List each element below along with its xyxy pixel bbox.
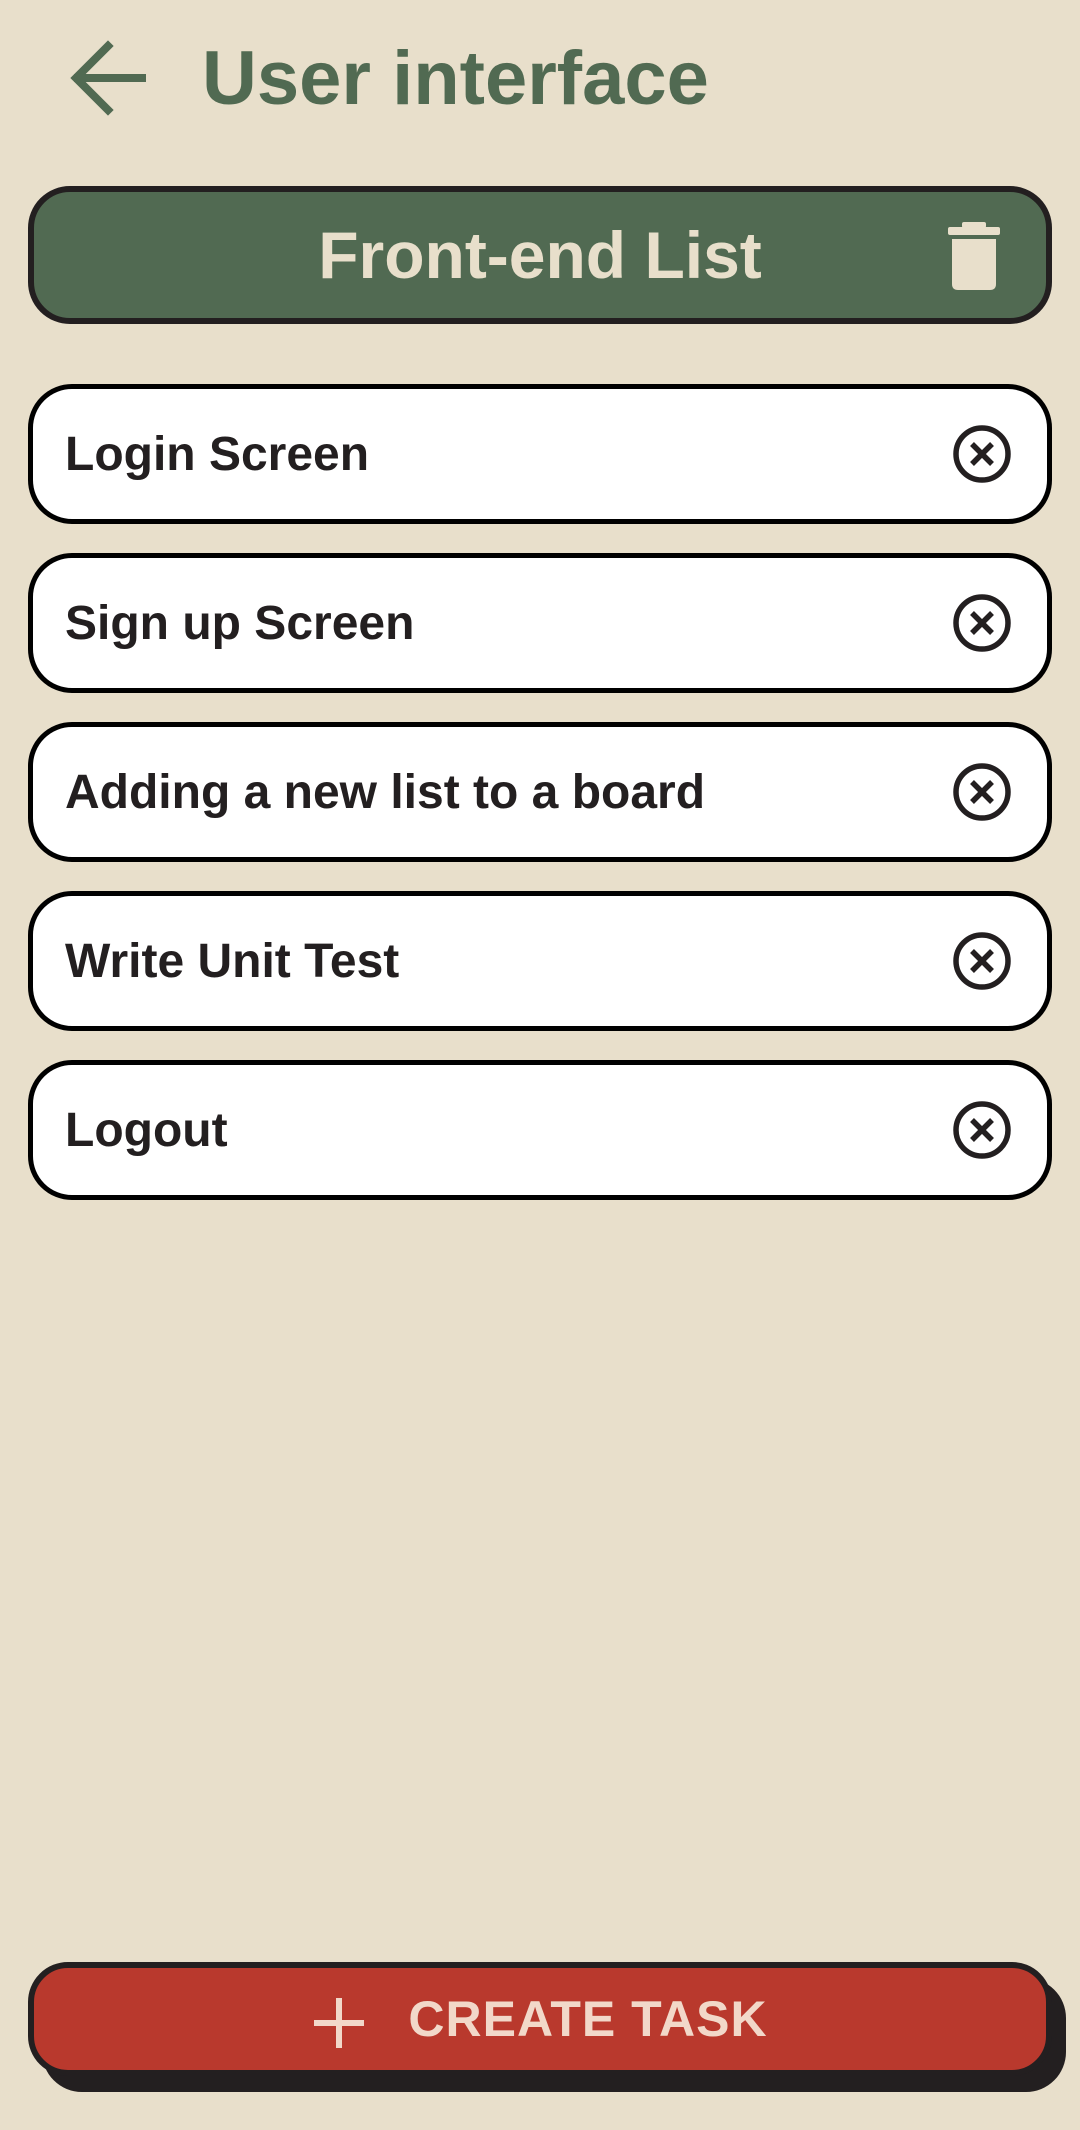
remove-task-button[interactable] — [951, 930, 1013, 992]
list-header-card: Front-end List — [28, 186, 1052, 324]
close-circle-icon — [953, 932, 1011, 990]
remove-task-button[interactable] — [951, 1099, 1013, 1161]
close-circle-icon — [953, 594, 1011, 652]
close-circle-icon — [953, 1101, 1011, 1159]
remove-task-button[interactable] — [951, 592, 1013, 654]
remove-task-button[interactable] — [951, 761, 1013, 823]
task-item[interactable]: Logout — [28, 1060, 1052, 1200]
close-circle-icon — [953, 425, 1011, 483]
back-button[interactable] — [62, 36, 154, 120]
task-item[interactable]: Adding a new list to a board — [28, 722, 1052, 862]
create-task-button[interactable]: CREATE TASK — [28, 1962, 1052, 2076]
task-item[interactable]: Login Screen — [28, 384, 1052, 524]
task-label: Sign up Screen — [65, 596, 415, 650]
arrow-left-icon — [70, 40, 146, 116]
task-label: Write Unit Test — [65, 934, 400, 988]
create-task-container: CREATE TASK — [28, 1962, 1068, 2094]
task-label: Login Screen — [65, 427, 370, 481]
task-item[interactable]: Sign up Screen — [28, 553, 1052, 693]
plus-icon — [314, 1998, 365, 2048]
top-app-bar: User interface — [0, 0, 1080, 160]
trash-icon — [948, 222, 1000, 290]
task-list: Login Screen Sign up Screen Adding a new… — [28, 384, 1052, 1229]
list-title: Front-end List — [318, 218, 762, 292]
create-task-label: CREATE TASK — [408, 1991, 768, 2047]
task-label: Adding a new list to a board — [65, 765, 706, 819]
task-label: Logout — [65, 1103, 228, 1157]
page-title: User interface — [202, 36, 709, 121]
task-item[interactable]: Write Unit Test — [28, 891, 1052, 1031]
close-circle-icon — [953, 763, 1011, 821]
remove-task-button[interactable] — [951, 423, 1013, 485]
delete-list-button[interactable] — [944, 222, 1004, 290]
